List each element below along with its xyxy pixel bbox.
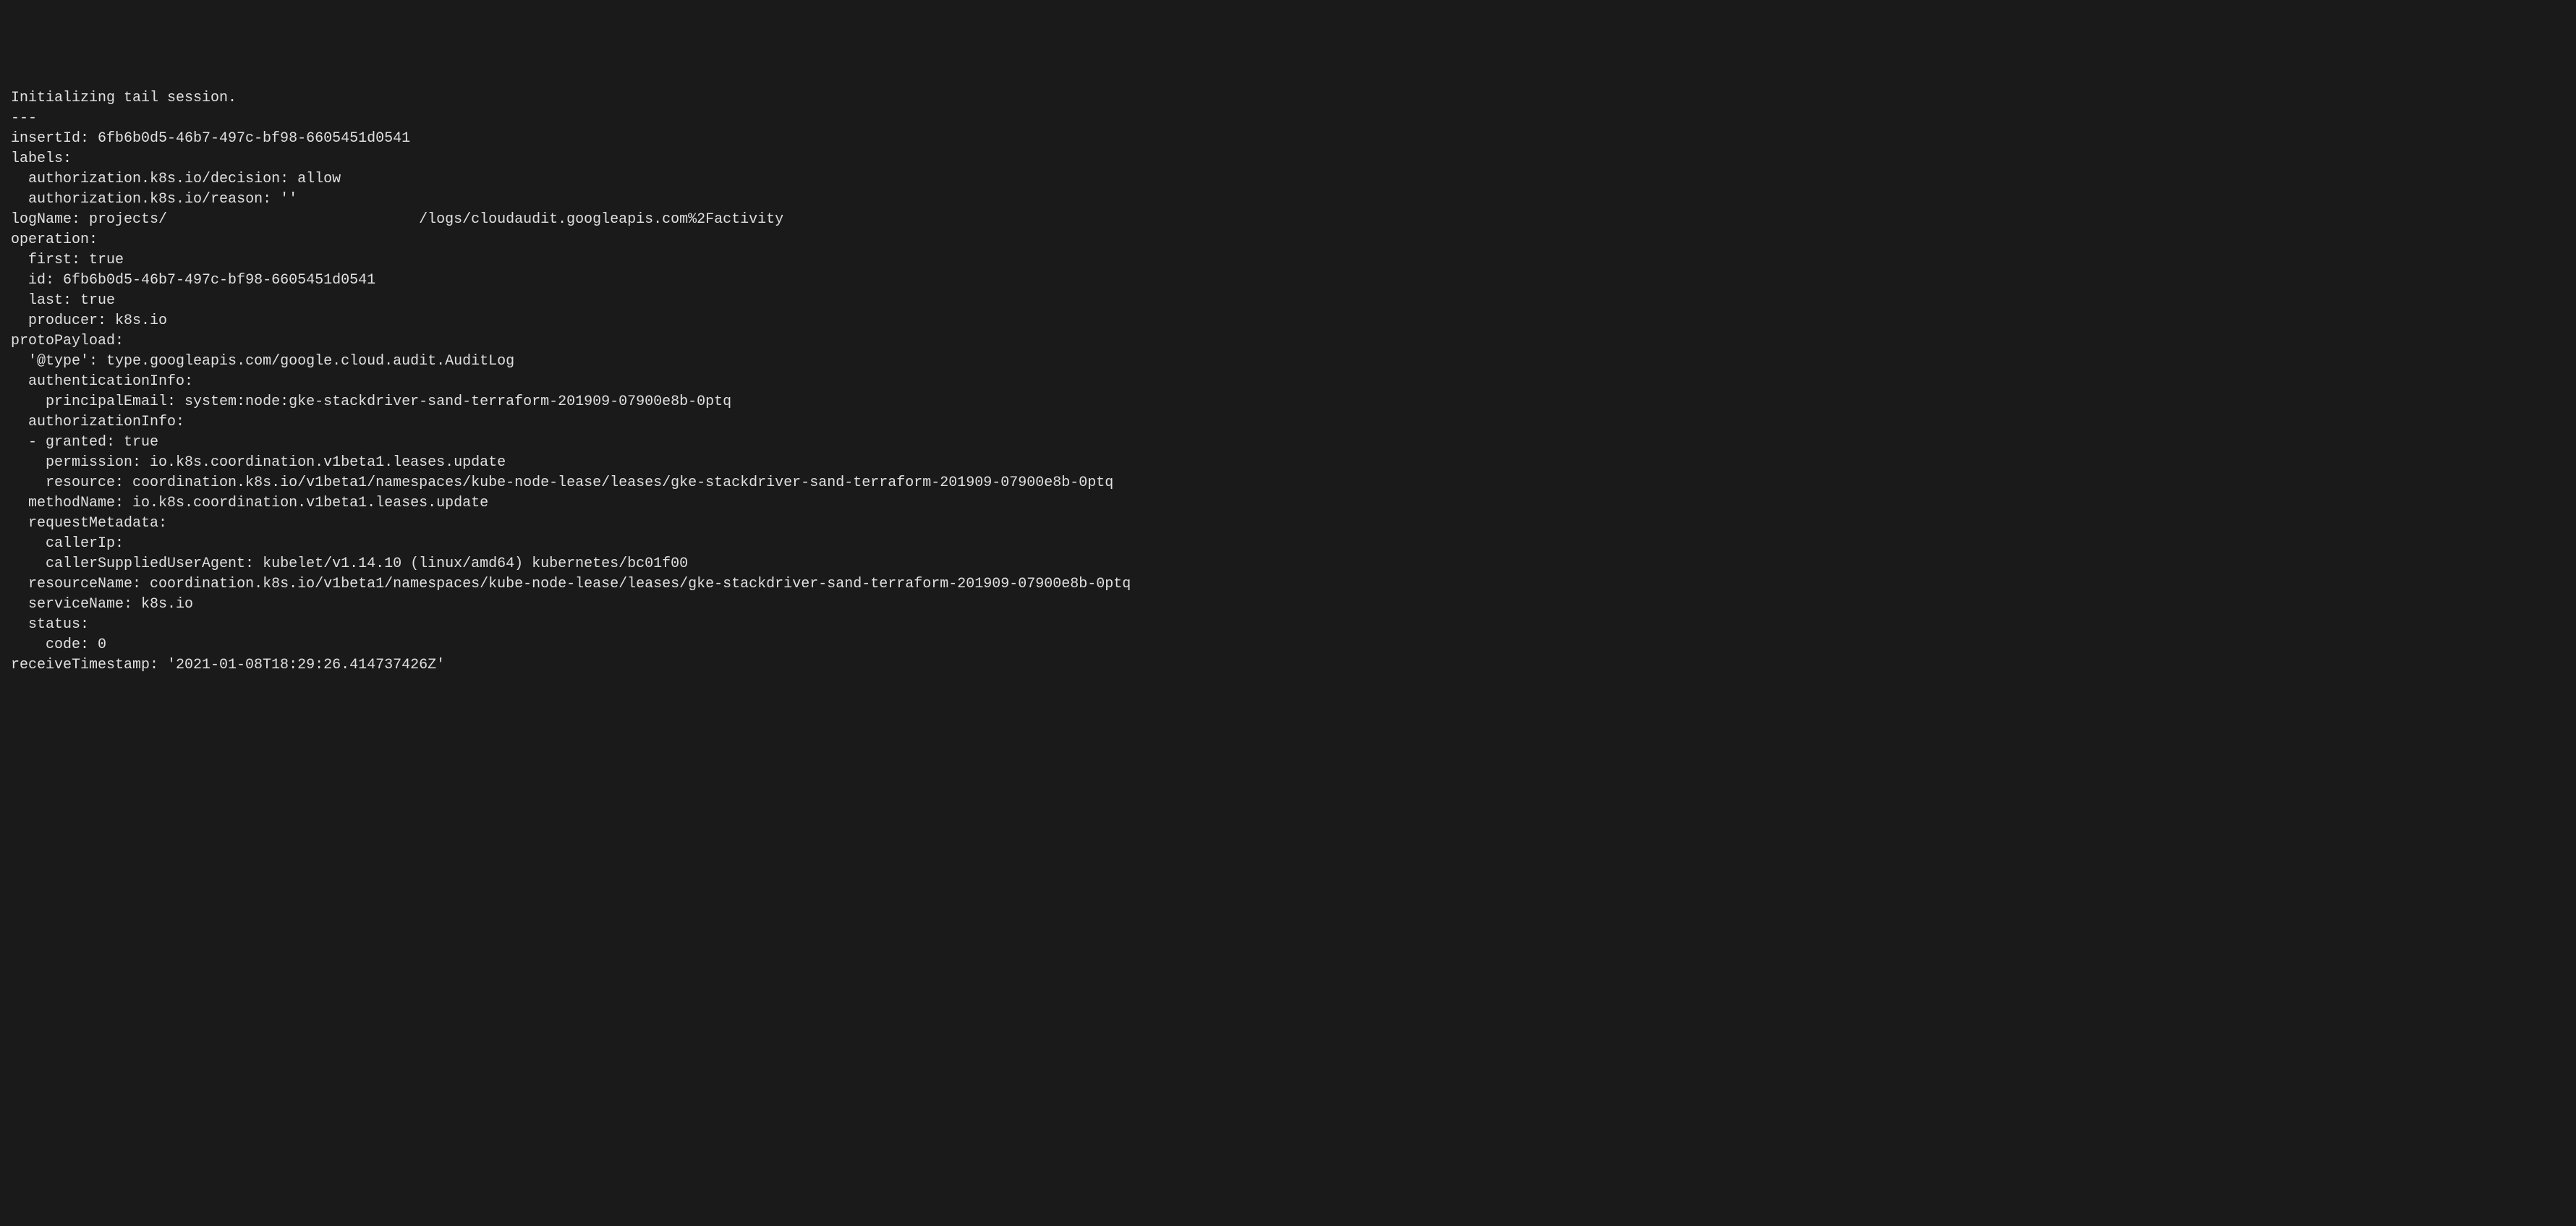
terminal-output: Initializing tail session. --- insertId:… [11,88,2565,676]
